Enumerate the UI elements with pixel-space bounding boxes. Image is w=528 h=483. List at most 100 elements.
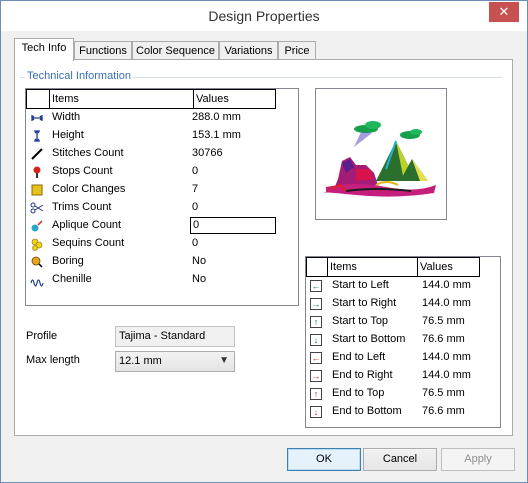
start-right-icon: → (310, 298, 322, 310)
offset-value: 76.6 mm (422, 333, 465, 345)
start-left-icon: ← (310, 280, 322, 292)
tech-row-trims[interactable]: Trims Count 0 (26, 199, 298, 217)
offset-row-end-bottom[interactable]: ↓ End to Bottom 76.6 mm (306, 403, 500, 421)
tech-info-panel: Technical Information Items Values Width… (14, 59, 513, 436)
tab-variations[interactable]: Variations (219, 41, 278, 60)
max-length-select[interactable]: 12.1 mm ▼ (115, 351, 235, 372)
tech-label: Height (52, 129, 84, 141)
tech-label: Trims Count (52, 201, 112, 213)
offset-value: 144.0 mm (422, 279, 471, 291)
column-header-items[interactable]: Items (49, 90, 193, 108)
tech-row-color-changes[interactable]: Color Changes 7 (26, 181, 298, 199)
offset-value: 76.5 mm (422, 315, 465, 327)
tech-value: No (192, 255, 207, 267)
height-icon (30, 129, 44, 143)
tech-label: Stops Count (52, 165, 113, 177)
design-properties-dialog: Design Properties ✕ Tech Info Functions … (0, 0, 528, 483)
offset-row-end-right[interactable]: → End to Right 144.0 mm (306, 367, 500, 385)
offset-label: Start to Left (332, 279, 389, 291)
offset-label: Start to Top (332, 315, 389, 327)
technical-info-list[interactable]: Items Values Width 288.0 mm Height 153.1… (25, 88, 299, 306)
tech-row-stitches[interactable]: Stitches Count 30766 (26, 145, 298, 163)
offset-label: Start to Bottom (332, 333, 406, 345)
offset-label: Start to Right (332, 297, 397, 309)
color-change-icon (30, 183, 44, 197)
offset-row-end-left[interactable]: ← End to Left 144.0 mm (306, 349, 500, 367)
tab-tech-info[interactable]: Tech Info (14, 38, 74, 61)
chenille-icon (30, 273, 44, 287)
design-preview (315, 88, 447, 220)
offset-row-start-bottom[interactable]: ↓ Start to Bottom 76.6 mm (306, 331, 500, 349)
tech-label: Width (52, 111, 81, 123)
tech-value: 153.1 mm (192, 129, 241, 141)
apply-button[interactable]: Apply (441, 448, 515, 471)
stop-icon (30, 165, 44, 179)
end-bottom-icon: ↓ (310, 406, 322, 418)
offset-value: 76.5 mm (422, 387, 465, 399)
tech-label: Stitches Count (52, 147, 124, 159)
tech-value: 288.0 mm (192, 111, 241, 123)
tech-value: 0 (192, 237, 199, 249)
start-end-offsets-list[interactable]: Items Values ← Start to Left 144.0 mm → … (305, 256, 501, 428)
applique-icon (30, 219, 44, 233)
needle-icon (30, 147, 44, 161)
tech-label: Chenille (52, 273, 92, 285)
end-left-icon: ← (310, 352, 322, 364)
offset-row-end-top[interactable]: ↑ End to Top 76.5 mm (306, 385, 500, 403)
technical-information-title: Technical Information (25, 70, 133, 82)
tech-row-width[interactable]: Width 288.0 mm (26, 109, 298, 127)
column-header-values[interactable]: Values (417, 258, 479, 276)
offset-value: 76.6 mm (422, 405, 465, 417)
start-top-icon: ↑ (310, 316, 322, 328)
window-title: Design Properties (208, 8, 320, 24)
boring-icon (30, 255, 44, 269)
aplique-count-input[interactable]: 0 (190, 217, 276, 234)
max-length-value: 12.1 mm (119, 355, 162, 367)
tech-value: 0 (192, 165, 199, 177)
list-header: Items Values (26, 89, 276, 109)
start-bottom-icon: ↓ (310, 334, 322, 346)
tech-label: Boring (52, 255, 84, 267)
sequin-icon (30, 237, 44, 251)
tech-label: Aplique Count (52, 219, 122, 231)
offset-value: 144.0 mm (422, 297, 471, 309)
tab-color-sequence[interactable]: Color Sequence (132, 41, 219, 60)
column-header-values[interactable]: Values (193, 90, 275, 108)
offset-label: End to Bottom (332, 405, 402, 417)
tech-row-applique[interactable]: Aplique Count 0 (26, 217, 298, 235)
chevron-down-icon: ▼ (219, 355, 229, 366)
embroidery-design-image (324, 121, 436, 197)
profile-field: Tajima - Standard (115, 326, 235, 347)
offset-row-start-top[interactable]: ↑ Start to Top 76.5 mm (306, 313, 500, 331)
tech-row-chenille[interactable]: Chenille No (26, 271, 298, 289)
tech-value: 7 (192, 183, 199, 195)
ok-button[interactable]: OK (287, 448, 361, 471)
tech-row-stops[interactable]: Stops Count 0 (26, 163, 298, 181)
cancel-button[interactable]: Cancel (363, 448, 437, 471)
end-right-icon: → (310, 370, 322, 382)
tech-row-boring[interactable]: Boring No (26, 253, 298, 271)
offset-value: 144.0 mm (422, 369, 471, 381)
list-header: Items Values (306, 257, 480, 277)
tech-row-height[interactable]: Height 153.1 mm (26, 127, 298, 145)
scissors-icon (30, 201, 44, 215)
tech-label: Sequins Count (52, 237, 125, 249)
offset-value: 144.0 mm (422, 351, 471, 363)
offset-label: End to Top (332, 387, 385, 399)
tech-value: 30766 (192, 147, 223, 159)
title-bar: Design Properties ✕ (1, 1, 527, 31)
tech-value: 0 (192, 201, 199, 213)
tech-value: No (192, 273, 207, 285)
column-header-items[interactable]: Items (327, 258, 417, 276)
tab-price[interactable]: Price (278, 41, 316, 60)
width-icon (30, 111, 44, 125)
offset-row-start-right[interactable]: → Start to Right 144.0 mm (306, 295, 500, 313)
tech-row-sequins[interactable]: Sequins Count 0 (26, 235, 298, 253)
offset-row-start-left[interactable]: ← Start to Left 144.0 mm (306, 277, 500, 295)
profile-label: Profile (26, 330, 58, 342)
max-length-label: Max length (26, 354, 80, 366)
offset-label: End to Right (332, 369, 393, 381)
offset-label: End to Left (332, 351, 386, 363)
close-button[interactable]: ✕ (489, 2, 519, 22)
tab-functions[interactable]: Functions (74, 41, 132, 60)
